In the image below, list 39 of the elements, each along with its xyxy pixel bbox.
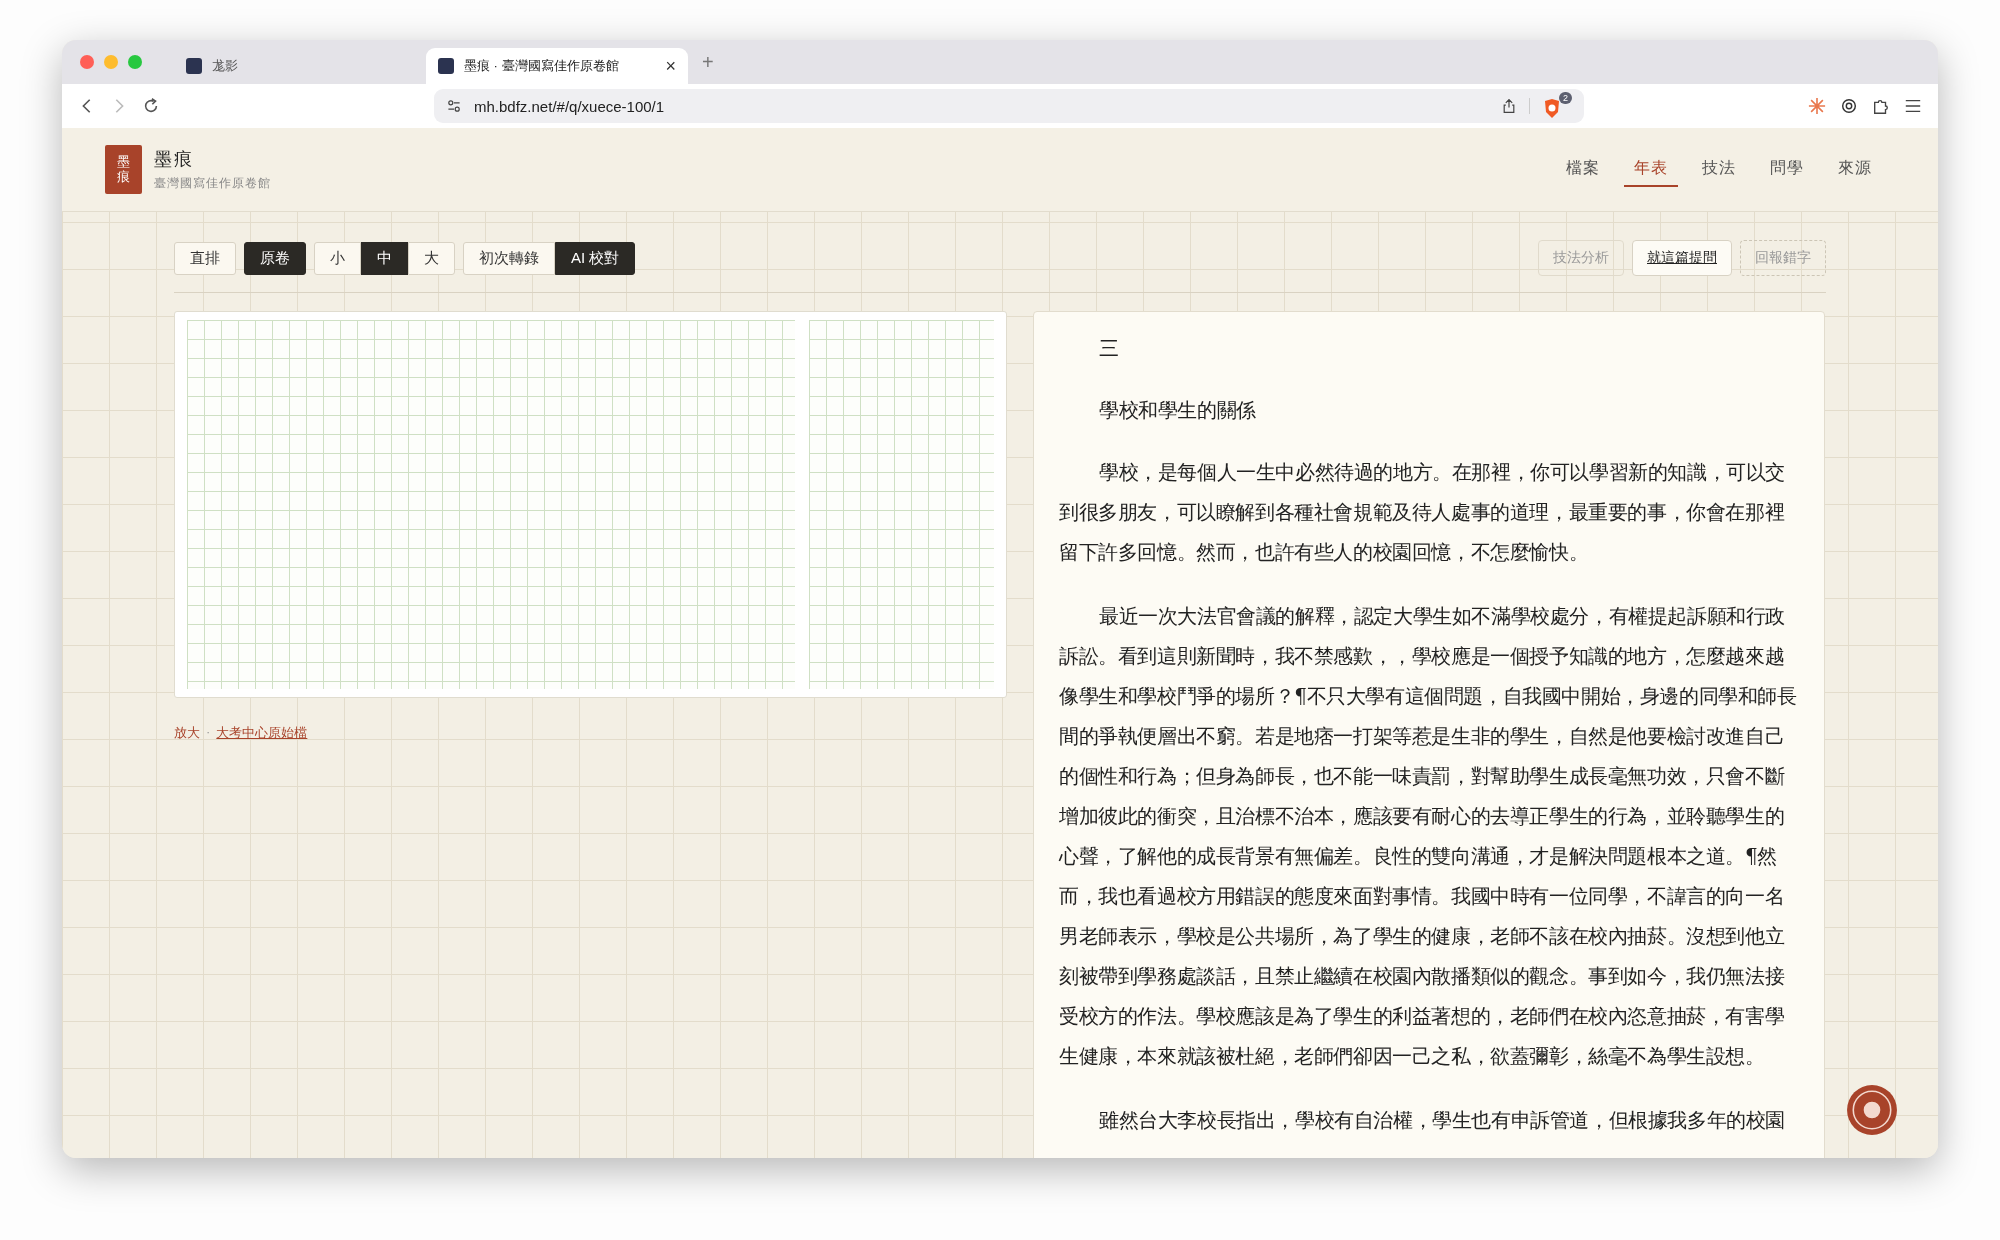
menu-icon[interactable] [1904, 97, 1922, 115]
essay-paragraph: 學校，是每個人一生中必然待過的地方。在那裡，你可以學習新的知識，可以交到很多朋友，可以瞭解到各種社會規範及待人處事的道理，最重要的事，你會在那裡留下許多回憶。然而，也許有些人的校園回憶，不怎麼愉快。 [1059, 459, 1786, 566]
puzzle-icon[interactable] [1872, 97, 1890, 115]
sparkle-icon[interactable] [1808, 97, 1826, 115]
favicon-icon [438, 58, 454, 74]
favicon-icon [186, 58, 202, 74]
new-tab-button[interactable]: + [702, 50, 714, 74]
browser-tab[interactable]: 尨影 [174, 48, 414, 84]
site-settings-icon[interactable] [446, 98, 462, 114]
toggle-button[interactable]: AI 校對 [555, 241, 636, 275]
section-number: 三 [1098, 335, 1120, 362]
site-title[interactable]: 墨痕 [154, 147, 271, 171]
shield-button[interactable]: 2 [1542, 92, 1572, 120]
seal-icon[interactable] [1846, 1084, 1898, 1136]
nav-link[interactable]: 來源 [1828, 152, 1882, 187]
reload-icon[interactable] [142, 97, 160, 115]
toggle-button[interactable]: 直排 [174, 241, 236, 275]
toggle-button[interactable]: 初次轉錄 [463, 241, 555, 275]
zoom-link[interactable]: 放大 [174, 724, 200, 742]
toggle-button[interactable]: 大 [408, 241, 455, 275]
share-icon[interactable] [1501, 98, 1517, 114]
toggle-button[interactable]: 中 [361, 241, 408, 275]
toggle-button[interactable]: 小 [314, 241, 361, 275]
separator-dot: · [206, 724, 211, 741]
site-subtitle: 臺灣國寫佳作原卷館 [154, 175, 271, 192]
action-button[interactable]: 就這篇提問 [1632, 240, 1732, 276]
nav-link[interactable]: 年表 [1624, 152, 1678, 187]
nav-link[interactable]: 技法 [1692, 152, 1746, 187]
toggle-button[interactable]: 原卷 [244, 241, 306, 275]
nav-link[interactable]: 問學 [1760, 152, 1814, 187]
browser-tab[interactable]: 墨痕 · 臺灣國寫佳作原卷館 × [426, 48, 688, 84]
address-bar[interactable]: mh.bdfz.net/#/q/xuece-100/1 2 [434, 89, 1584, 123]
source-file-link[interactable]: 大考中心原始檔 [216, 724, 308, 742]
logo-mark[interactable]: 墨痕 [105, 145, 142, 194]
nav-link[interactable]: 檔案 [1556, 152, 1610, 187]
essay-paragraph: 雖然台大李校長指出，學校有自治權，學生也有申訴管道，但根據我多年的校園 [1098, 1107, 1786, 1134]
close-tab-button[interactable]: × [665, 55, 676, 77]
essay-title: 學校和學生的關係 [1098, 397, 1257, 424]
essay-paragraph: 最近一次大法官會議的解釋，認定大學生如不滿學校處分，有權提起訴願和行政訴訟。看到這則新聞時，我不禁感歎，，學校應是一個授予知識的地方，怎麼越來越像學生和學校鬥爭的場所？¶不只大學有這個問題，自我國中開始，身邊的同學和師長間的爭執便層出不窮。若是地痞一打架等惹是生非的學生，自然是他要檢討改進自己的個性和行為；但身為師長，也不能一味責罰，對幫助學生成長毫無功效，只會不斷增加彼此的衝突，且治標不治本，應該要有耐心的去導正學生的行為，並聆聽學生的心聲，了解他的成長背景有無偏差。良性的雙向溝通，才是解決問題根本之道。¶然而，我也看過校方用錯誤的態度來面對事情。我國中時有一位同學，不諱言的向一名男老師表示，學校是公共場所，為了學生的健康，老師不該在校內抽菸。沒想到他立刻被帶到學務處談話，且禁止繼續在校園內散播類似的觀念。事到如今，我仍無法接受校方的作法。學校應該是為了學生的利益著想的，老師們在校內恣意抽菸，有害學生健康，本來就該被杜絕，老師們卻因一己之私，欲蓋彌彰，絲毫不為學生設想。 [1059, 603, 1798, 1070]
